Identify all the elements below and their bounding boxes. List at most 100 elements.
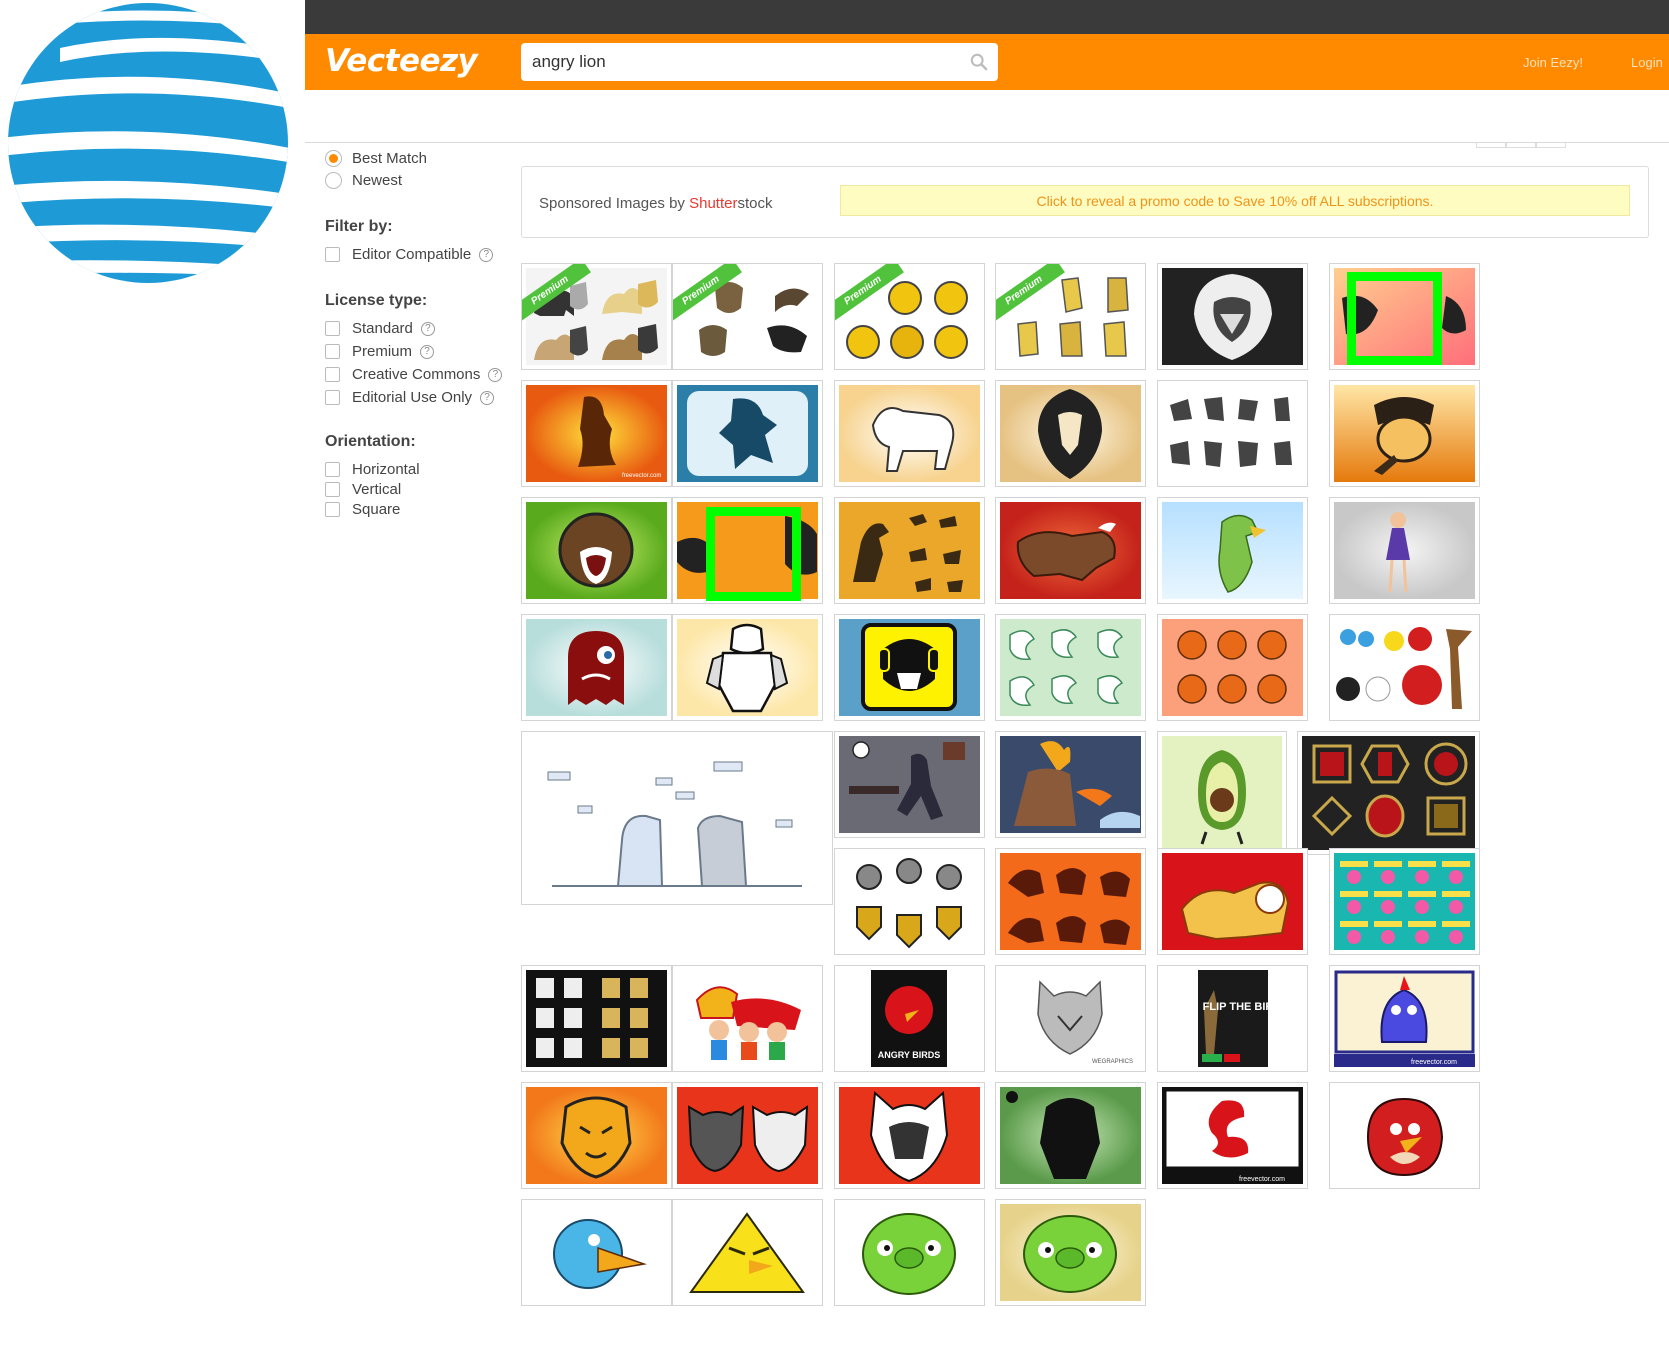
login-link[interactable]: Login [1631,55,1663,70]
license-creative-commons[interactable]: Creative Commons ? [325,366,503,383]
license-standard[interactable]: Standard ? [325,320,435,337]
result-tile-chinese-new-year-pattern[interactable] [1329,848,1480,955]
result-tile-blue-monster[interactable]: freevector.com [1329,965,1480,1072]
result-image [1302,736,1475,850]
checkbox[interactable] [325,247,340,262]
result-tile-premium-cats-shields[interactable]: Premium [521,263,672,370]
sort-best-match[interactable]: Best Match [325,150,427,167]
result-tile-red-angry-bird[interactable] [1329,1082,1480,1189]
result-tile-yellow-angry-bird[interactable] [672,1199,823,1306]
result-tile-tiger-face[interactable] [521,1082,672,1189]
checkbox[interactable] [325,390,340,405]
result-tile-armored-warrior[interactable] [672,614,823,721]
result-tile-angry-bull[interactable] [995,497,1146,604]
orientation-horizontal-label: Horizontal [352,461,420,478]
result-tile-knight-shields[interactable] [834,848,985,955]
result-tile-basketballs[interactable] [1157,614,1308,721]
radio-unselected[interactable] [325,172,342,189]
result-tile-premium-bulldogs[interactable]: Premium [995,263,1146,370]
result-tile-angry-birds-slingshot[interactable] [1329,614,1480,721]
result-tile-green-pig-rays[interactable] [995,1199,1146,1306]
promo-code-bar[interactable]: Click to reveal a promo code to Save 10%… [840,185,1630,216]
result-image [839,502,980,599]
checkbox[interactable] [325,482,340,497]
result-tile-tribal-lion-face[interactable] [995,380,1146,487]
result-tile-dinosaurs[interactable] [834,497,985,604]
question-circle-icon[interactable]: ? [480,390,495,405]
license-premium[interactable]: Premium ? [325,343,435,360]
result-tile-avocado[interactable] [1157,731,1287,855]
question-circle-icon[interactable]: ? [420,344,435,359]
result-image [1000,1204,1141,1301]
result-image: freevector.com [1162,1087,1303,1184]
checkbox[interactable] [325,344,340,359]
checkbox[interactable] [325,462,340,477]
site-header: Vecteezy Join Eezy! Login [305,34,1669,90]
result-tile-gorilla[interactable] [995,1082,1146,1189]
result-tile-roaring-lion-bw[interactable] [1157,263,1308,370]
result-tile-businessman-running[interactable] [834,731,985,838]
freevector-watermark: freevector.com [1411,1059,1457,1066]
question-circle-icon[interactable]: ? [488,367,503,382]
result-tile-cartoon-woman[interactable] [1329,497,1480,604]
shutterstock-brand-rest[interactable]: stock [737,195,772,212]
pager-next[interactable] [1536,143,1566,148]
orientation-vertical[interactable]: Vertical [325,481,401,498]
result-tile-lion-silhouettes-orange[interactable] [995,848,1146,955]
sort-newest[interactable]: Newest [325,172,402,189]
result-tile-premium-tiger-heads[interactable]: Premium [834,263,985,370]
result-tile-wolf-head-red[interactable] [834,1082,985,1189]
result-image [1000,502,1141,599]
result-image [839,853,980,950]
result-tile-lion-dance-red[interactable] [1157,848,1308,955]
result-tile-two-wolves[interactable] [672,1082,823,1189]
result-tile-red-ghost[interactable] [521,614,672,721]
result-tile-kids-lion-dance[interactable] [672,965,823,1072]
result-tile-gorilla-headphones[interactable] [834,614,985,721]
search-icon[interactable] [970,53,988,71]
vecteezy-logo[interactable]: Vecteezy [325,43,478,79]
result-tile-wolf-sketch[interactable]: WEGRAPHICS [995,965,1146,1072]
result-tile-angry-cats[interactable] [521,731,833,905]
join-eezy-link[interactable]: Join Eezy! [1523,55,1583,70]
result-tile-fire-man[interactable] [995,731,1146,838]
license-editorial-label: Editorial Use Only [352,389,473,406]
license-editorial[interactable]: Editorial Use Only ? [325,389,495,406]
question-circle-icon[interactable]: ? [420,321,435,336]
result-tile-blue-heraldic-lion[interactable] [672,380,823,487]
result-image [1334,502,1475,599]
result-tile-blue-angry-bird[interactable] [521,1199,672,1306]
result-image [1334,385,1475,482]
shutterstock-brand-red[interactable]: Shutter [689,195,737,212]
result-tile-roaring-bear[interactable] [521,497,672,604]
result-tile-premium-panthers[interactable]: Premium [672,263,823,370]
checkbox[interactable] [325,502,340,517]
result-tile-angry-birds-poster[interactable]: ANGRY BIRDS [834,965,985,1072]
result-image [1000,1087,1141,1184]
result-tile-red-dragon[interactable]: freevector.com [1157,1082,1308,1189]
search-input[interactable] [521,43,961,81]
pager-prev[interactable] [1476,143,1506,148]
question-circle-icon[interactable]: ? [479,247,494,262]
result-tile-flip-the-bird[interactable]: FLIP THE BIRD [1157,965,1308,1072]
orientation-square[interactable]: Square [325,501,400,518]
result-tile-heraldic-silhouettes[interactable] [1157,380,1308,487]
result-tile-green-pig[interactable] [834,1199,985,1306]
orientation-horizontal[interactable]: Horizontal [325,461,420,478]
highlight-box [1347,272,1442,365]
result-tile-dragons-green[interactable] [995,614,1146,721]
result-tile-heraldic-lion-fire[interactable]: freevector.com [521,380,672,487]
result-tile-heraldic-lions-red[interactable] [1297,731,1480,855]
att-globe-logo [8,3,288,283]
result-tile-lion-sketch[interactable] [834,380,985,487]
checkbox[interactable] [325,367,340,382]
result-tile-pirate-tiger[interactable] [1329,380,1480,487]
wegraphics-text: WEGRAPHICS [1092,1059,1133,1065]
checkbox[interactable] [325,321,340,336]
result-tile-parrot[interactable] [1157,497,1308,604]
result-tile-heraldic-lions-gold[interactable] [521,965,672,1072]
pager-current[interactable] [1506,143,1536,148]
filter-editor-compatible[interactable]: Editor Compatible ? [325,246,494,263]
result-image [1162,385,1303,482]
radio-selected[interactable] [325,150,342,167]
